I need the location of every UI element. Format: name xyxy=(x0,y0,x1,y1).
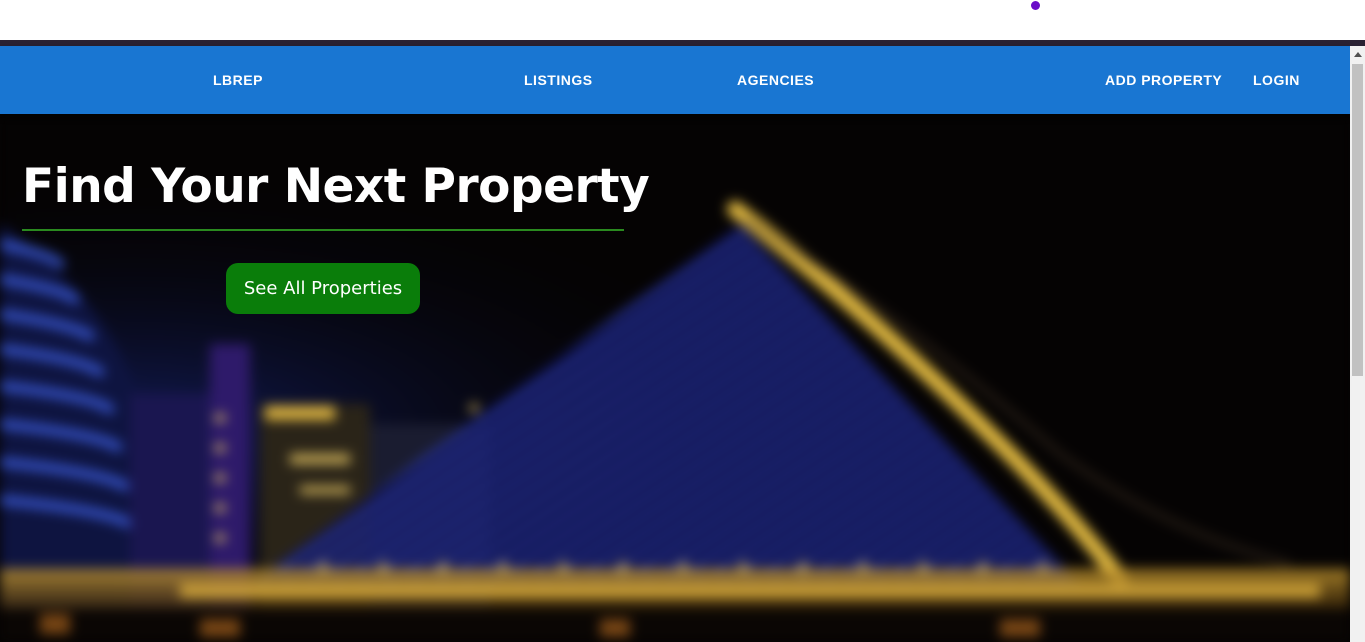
see-all-properties-button[interactable]: See All Properties xyxy=(226,263,420,314)
navbar: LBREP LISTINGS AGENCIES ADD PROPERTY LOG… xyxy=(0,46,1350,114)
nav-brand-link[interactable]: LBREP xyxy=(213,46,263,114)
browser-top-area xyxy=(0,0,1350,40)
loading-indicator-icon xyxy=(1031,1,1040,10)
page-scrollbar[interactable] xyxy=(1350,46,1365,642)
hero-title: Find Your Next Property xyxy=(22,159,650,214)
nav-login-link[interactable]: LOGIN xyxy=(1253,46,1300,114)
nav-agencies-link[interactable]: AGENCIES xyxy=(737,46,814,114)
scrollbar-thumb[interactable] xyxy=(1352,64,1363,376)
hero-title-underline xyxy=(22,229,624,231)
scroll-up-arrow-icon[interactable] xyxy=(1354,52,1362,57)
nav-add-property-link[interactable]: ADD PROPERTY xyxy=(1105,46,1222,114)
hero-section: Find Your Next Property See All Properti… xyxy=(0,114,1350,642)
nav-listings-link[interactable]: LISTINGS xyxy=(524,46,593,114)
